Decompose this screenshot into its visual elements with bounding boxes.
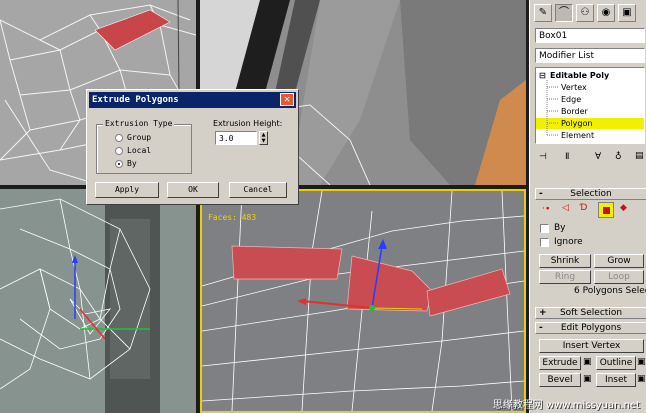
inset-button[interactable]: Inset (596, 373, 636, 387)
stack-tree-lines (546, 80, 558, 136)
motion-icon[interactable]: ◉ (597, 4, 615, 22)
modifier-list-dropdown[interactable]: Modifier List (535, 48, 645, 63)
extrude-polygons-dialog: Extrude Polygons ✕ Extrusion Type Group … (86, 89, 299, 205)
collapse-minus-icon: - (539, 189, 543, 199)
stack-item-label: Polygon (561, 119, 593, 128)
dialog-title: Extrude Polygons (92, 95, 179, 105)
pin-stack-icon[interactable]: ⊣ (539, 152, 547, 162)
edge-mode-icon[interactable]: ◁ (562, 203, 569, 213)
ignore-backfacing-checkbox[interactable] (540, 238, 549, 247)
stack-toolbar: ⊣ Ⅱ ∀ ♁ ▤ (535, 150, 645, 166)
viewport-bottom-left[interactable] (0, 189, 196, 413)
soft-selection-rollout-header[interactable]: + Soft Selection (535, 307, 646, 319)
bevel-button[interactable]: Bevel (539, 373, 581, 387)
viewport-perspective[interactable]: Faces: 483 (200, 189, 526, 413)
outline-button[interactable]: Outline (596, 356, 636, 370)
radio-by-polygon-label: By (127, 159, 137, 168)
show-end-result-icon[interactable]: Ⅱ (565, 152, 569, 162)
extrusion-type-group: Extrusion Type Group Local By (96, 119, 192, 174)
extrusion-height-label: Extrusion Height: (213, 119, 283, 128)
make-unique-icon[interactable]: ∀ (595, 152, 601, 162)
stack-item-label: Border (561, 107, 588, 116)
ignore-backfacing-label: Ignore (554, 237, 583, 247)
radio-group-label: Group (127, 133, 152, 142)
collapse-minus-icon: - (539, 323, 543, 333)
radio-group[interactable] (115, 134, 123, 142)
selection-status: 6 Polygons Selected (574, 286, 646, 296)
selection-header-label: Selection (570, 189, 612, 199)
stack-item-label: Element (561, 131, 595, 140)
insert-vertex-button[interactable]: Insert Vertex (539, 339, 644, 353)
modify-icon[interactable]: ⌒ (555, 4, 573, 22)
object-name-field[interactable]: Box01 (535, 28, 645, 43)
bottom-left-wireframe (0, 189, 196, 413)
selection-rollout-header[interactable]: - Selection (535, 188, 646, 200)
height-spinner[interactable]: ▲ ▼ (259, 131, 268, 145)
polygon-mode-icon[interactable] (598, 202, 614, 218)
extrusion-height-input[interactable]: 3.0 (215, 131, 257, 145)
loop-button[interactable]: Loop (594, 270, 644, 284)
radio-local-label: Local (127, 146, 152, 155)
outline-settings-icon[interactable]: ▣ (637, 357, 646, 367)
apply-button[interactable]: Apply (95, 182, 159, 198)
close-icon[interactable]: ✕ (280, 93, 294, 106)
expand-plus-icon: + (539, 308, 547, 318)
watermark: 思缘教程网 www.missyuan.net (492, 400, 640, 411)
element-mode-icon[interactable]: ◆ (620, 203, 627, 213)
display-icon[interactable]: ▣ (618, 4, 636, 22)
border-mode-icon[interactable]: Ɗ (580, 203, 587, 213)
modifier-stack: ⊟ Editable Poly Vertex Edge Border Polyg… (535, 67, 645, 144)
command-panel: ✎ ⌒ ⚇ ◉ ▣ Box01 Modifier List ⊟ Editable… (529, 0, 646, 413)
subobject-icons: ·∙ ◁ Ɗ ◆ (538, 202, 646, 218)
stack-item-label: Edge (561, 95, 582, 104)
radio-local[interactable] (115, 147, 123, 155)
cancel-button[interactable]: Cancel (229, 182, 287, 198)
remove-modifier-icon[interactable]: ♁ (615, 152, 622, 162)
extrude-settings-icon[interactable]: ▣ (583, 357, 592, 367)
dialog-title-bar[interactable]: Extrude Polygons ✕ (89, 92, 296, 108)
extrude-button[interactable]: Extrude (539, 356, 581, 370)
by-vertex-checkbox[interactable] (540, 224, 549, 233)
by-vertex-label: By (554, 223, 566, 233)
faces-count: Faces: 483 (208, 213, 257, 222)
extrusion-type-label: Extrusion Type (103, 119, 175, 128)
create-icon[interactable]: ✎ (534, 4, 552, 22)
ok-button[interactable]: OK (167, 182, 219, 198)
radio-by-polygon[interactable] (115, 160, 123, 168)
perspective-wireframe (202, 191, 524, 411)
vertex-mode-icon[interactable]: ·∙ (542, 204, 551, 214)
bevel-settings-icon[interactable]: ▣ (583, 374, 592, 384)
stack-item-label: Vertex (561, 83, 587, 92)
configure-sets-icon[interactable]: ▤ (635, 151, 644, 161)
grow-button[interactable]: Grow (594, 254, 644, 268)
edit-polygons-rollout-header[interactable]: - Edit Polygons (535, 322, 646, 334)
ring-button[interactable]: Ring (539, 270, 591, 284)
edit-polygons-header-label: Edit Polygons (560, 323, 622, 333)
inset-settings-icon[interactable]: ▣ (637, 374, 646, 384)
hierarchy-icon[interactable]: ⚇ (576, 4, 594, 22)
shrink-button[interactable]: Shrink (539, 254, 591, 268)
soft-selection-header-label: Soft Selection (559, 308, 623, 318)
viewport-divider-vertical[interactable] (196, 0, 200, 413)
